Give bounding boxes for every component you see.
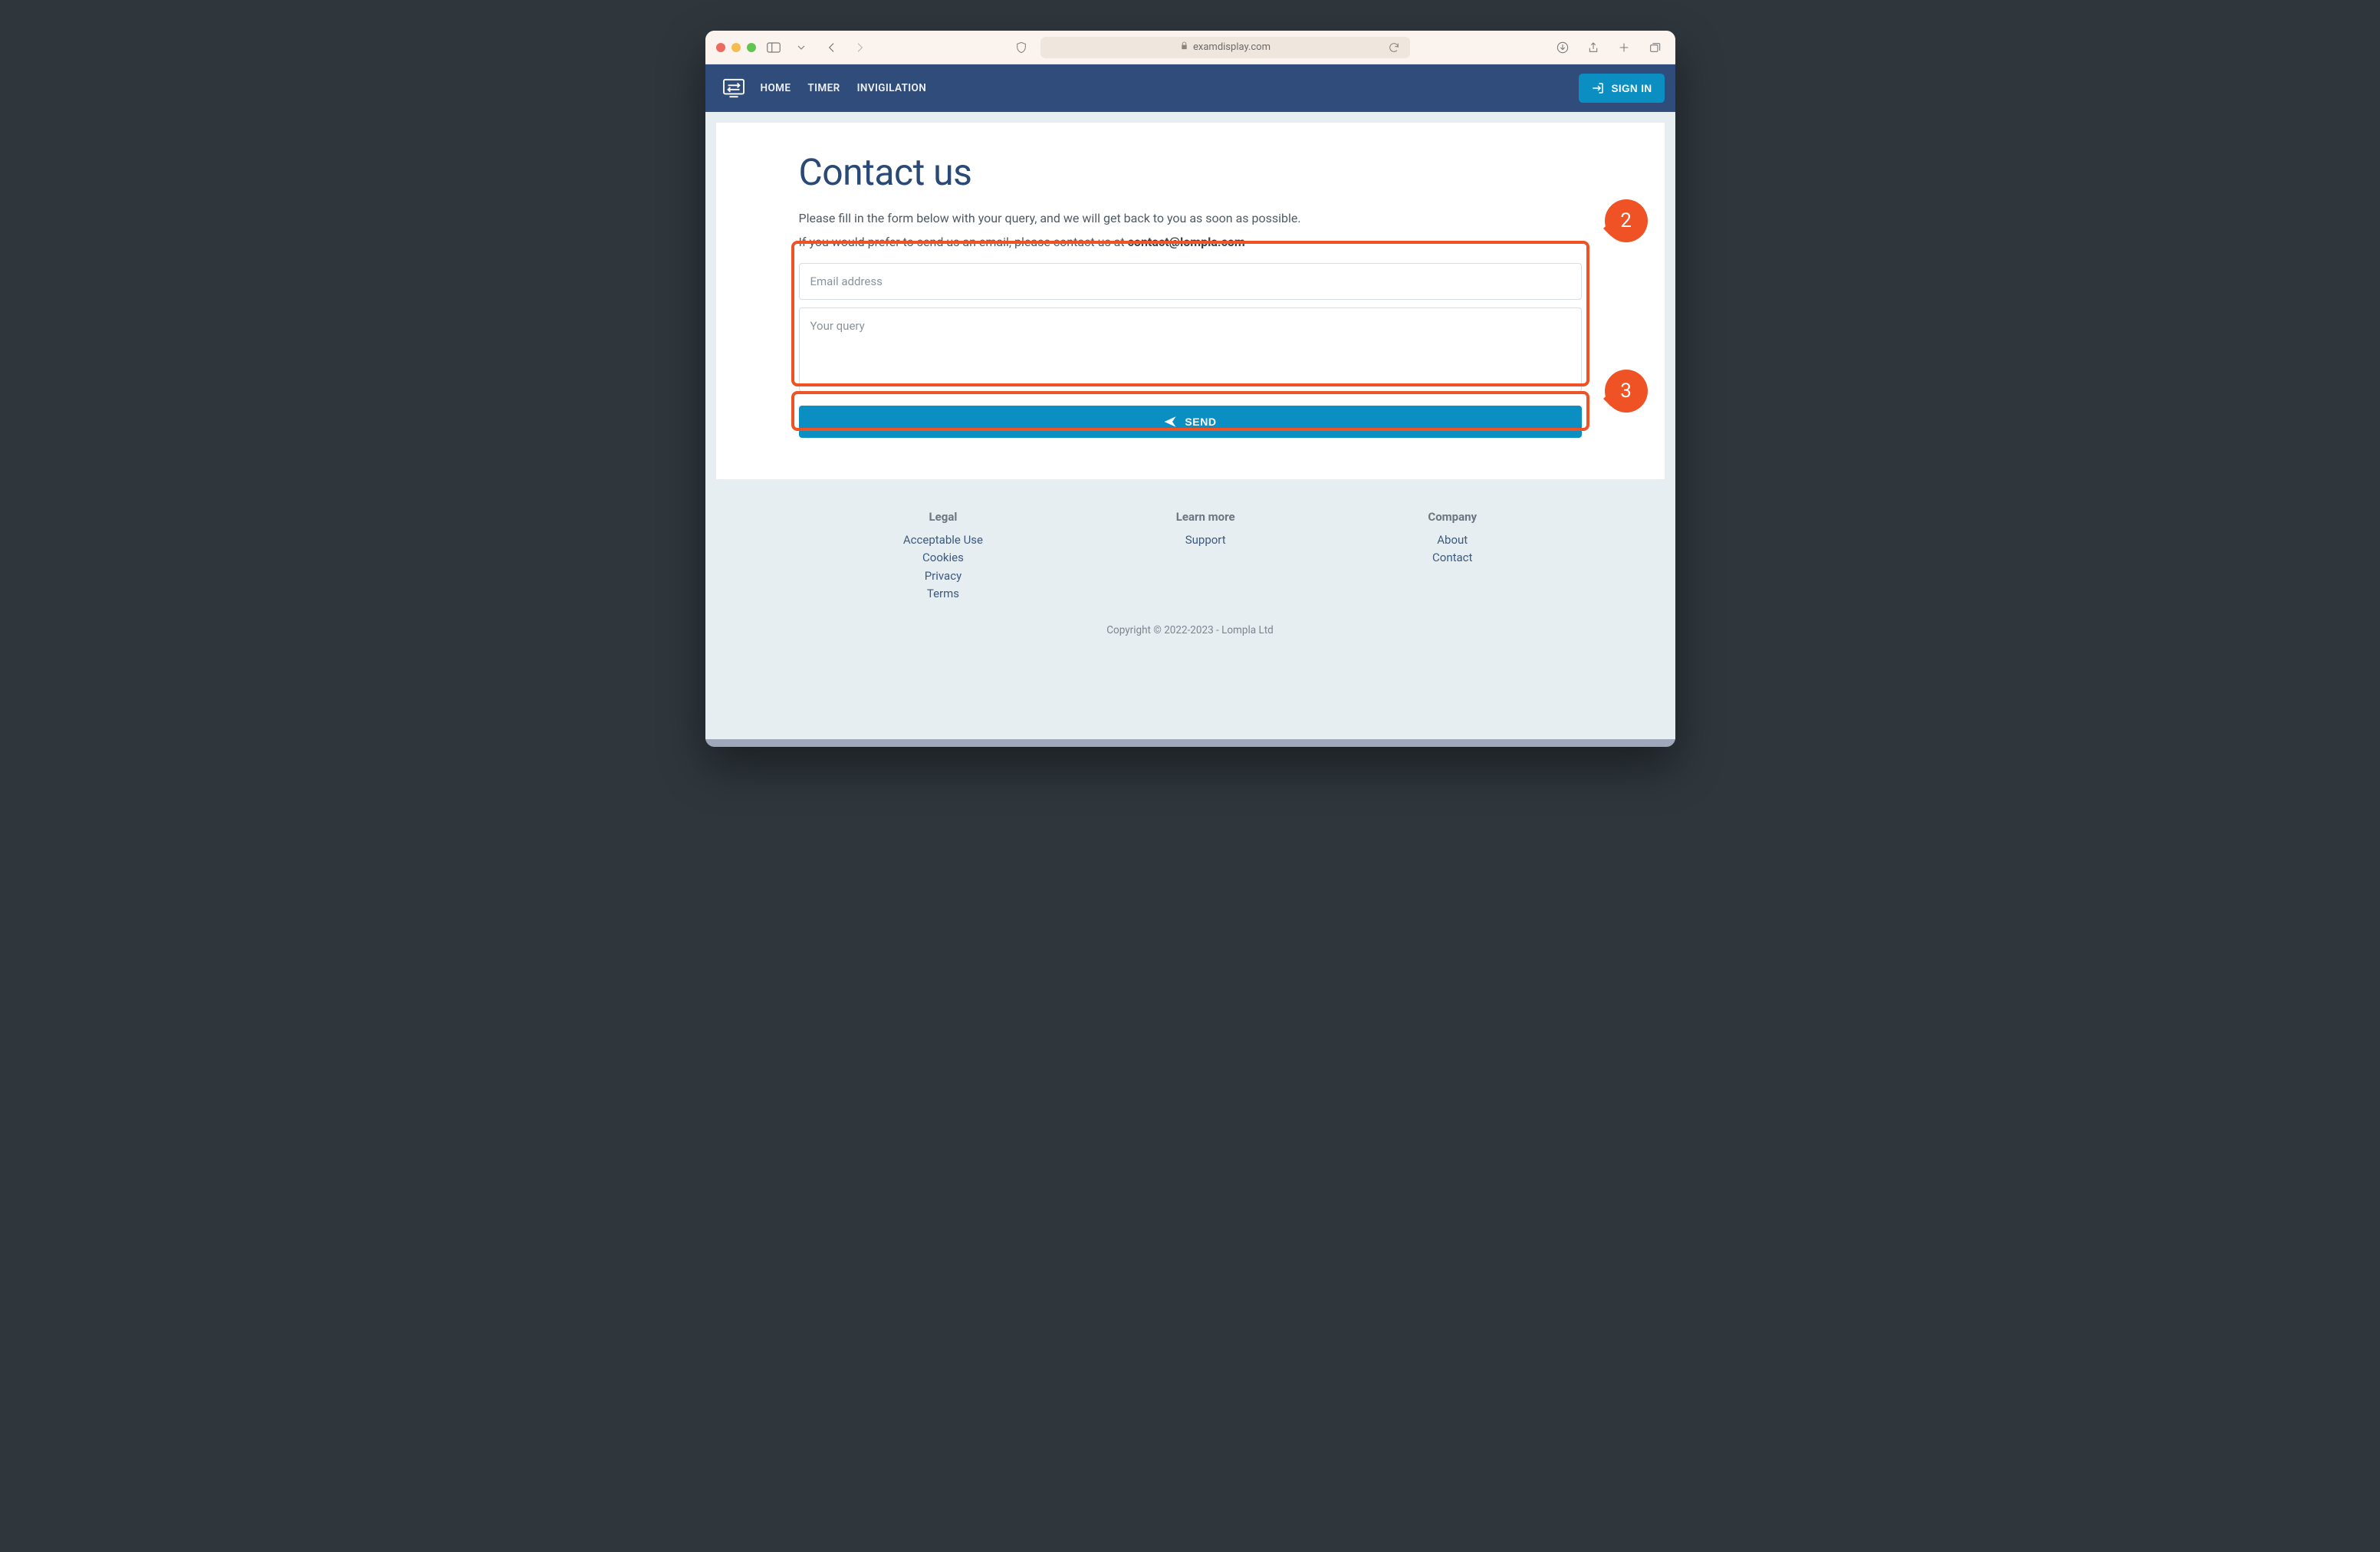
footer-link-support[interactable]: Support [1176,531,1235,549]
footer-col-learn-more: Learn more Support [1176,510,1235,603]
minimize-window-button[interactable] [731,43,741,52]
send-icon [1163,415,1177,429]
fullscreen-window-button[interactable] [747,43,756,52]
footer-spacer [705,663,1675,739]
send-button[interactable]: SEND [799,406,1582,438]
footer-link-privacy[interactable]: Privacy [903,567,983,585]
sign-in-button[interactable]: SIGN IN [1579,74,1664,103]
copyright: Copyright © 2022-2023 - Lompla Ltd [736,624,1645,636]
footer-link-cookies[interactable]: Cookies [903,549,983,567]
new-tab-icon[interactable] [1614,38,1634,58]
window-controls [716,43,756,52]
tab-group-chevron-icon[interactable] [791,38,811,58]
share-icon[interactable] [1583,38,1603,58]
reload-icon[interactable] [1384,38,1404,58]
intro-line-2: If you would prefer to send us an email,… [799,235,1582,249]
send-label: SEND [1185,416,1216,428]
tab-overview-icon[interactable] [1645,38,1665,58]
address-bar-host: examdisplay.com [1193,41,1271,53]
browser-toolbar: examdisplay.com [705,31,1675,64]
browser-window: examdisplay.com [705,31,1675,747]
intro-line-1: Please fill in the form below with your … [799,211,1582,225]
footer-heading-legal: Legal [903,510,983,524]
address-bar[interactable]: examdisplay.com [1040,37,1410,58]
site-header: HOME TIMER INVIGILATION SIGN IN [705,64,1675,112]
annotation-bubble-3: 3 [1605,370,1648,413]
annotation-bubble-2: 2 [1605,199,1648,242]
close-window-button[interactable] [716,43,725,52]
site-footer: Legal Acceptable Use Cookies Privacy Ter… [705,490,1675,663]
lock-icon [1180,41,1188,53]
footer-link-contact[interactable]: Contact [1428,549,1477,567]
query-field[interactable] [799,307,1582,392]
nav-timer[interactable]: TIMER [807,82,840,94]
intro-line-2-prefix: If you would prefer to send us an email,… [799,235,1128,249]
footer-link-terms[interactable]: Terms [903,585,983,603]
footer-link-acceptable-use[interactable]: Acceptable Use [903,531,983,549]
nav-home[interactable]: HOME [761,82,791,94]
footer-col-company: Company About Contact [1428,510,1477,603]
privacy-shield-icon[interactable] [1011,38,1031,58]
sidebar-toggle-icon[interactable] [764,38,784,58]
footer-heading-company: Company [1428,510,1477,524]
footer-link-about[interactable]: About [1428,531,1477,549]
sign-in-icon [1591,81,1605,95]
page-title: Contact us [799,150,1582,194]
footer-heading-learn-more: Learn more [1176,510,1235,524]
sign-in-label: SIGN IN [1611,83,1652,94]
footer-col-legal: Legal Acceptable Use Cookies Privacy Ter… [903,510,983,603]
contact-email: contact@lompla.com [1128,235,1245,249]
bottom-strip [705,739,1675,747]
site-logo[interactable] [722,78,745,98]
back-button[interactable] [822,38,842,58]
page-body: Contact us Please fill in the form below… [705,112,1675,490]
content-card: Contact us Please fill in the form below… [716,123,1665,479]
primary-nav: HOME TIMER INVIGILATION [761,82,927,94]
email-field[interactable] [799,263,1582,300]
forward-button[interactable] [850,38,869,58]
nav-invigilation[interactable]: INVIGILATION [857,82,927,94]
downloads-icon[interactable] [1553,38,1573,58]
